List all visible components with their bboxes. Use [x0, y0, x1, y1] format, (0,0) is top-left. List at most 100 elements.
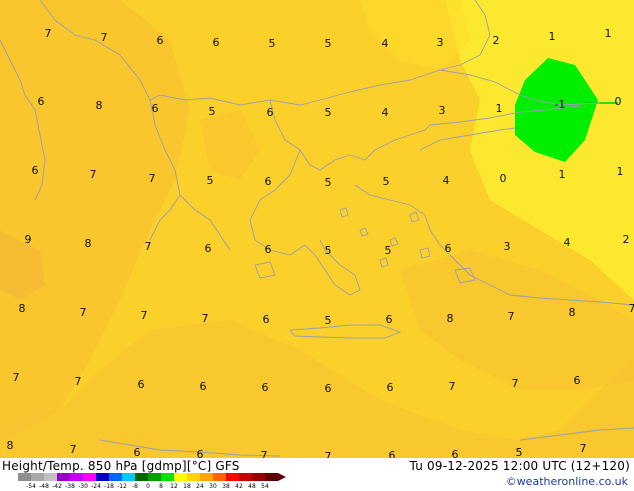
temperature-label: 6 — [200, 380, 207, 393]
temperature-label: 5 — [207, 174, 214, 187]
temperature-label: 6 — [389, 449, 396, 458]
temperature-label: 2 — [623, 233, 630, 246]
scale-label: 12 — [170, 483, 178, 490]
temperature-label: 6 — [197, 448, 204, 458]
scale-segment — [109, 473, 122, 481]
temperature-label: 7 — [512, 377, 519, 390]
temperature-label: 1 — [496, 102, 503, 115]
temperature-label: 6 — [452, 448, 459, 458]
temperature-label: 6 — [38, 95, 45, 108]
temperature-label: -1 — [555, 98, 566, 111]
scale-segment — [135, 473, 148, 481]
scale-label: -48 — [39, 483, 49, 490]
temperature-label: 4 — [443, 174, 450, 187]
temperature-label: 6 — [262, 381, 269, 394]
temperature-label: 5 — [269, 37, 276, 50]
scale-segment — [122, 473, 135, 481]
temperature-label: 3 — [437, 36, 444, 49]
temperature-label: 7 — [101, 31, 108, 44]
scale-segment — [226, 473, 239, 481]
temperature-label: 7 — [449, 380, 456, 393]
scale-label: -54 — [26, 483, 36, 490]
temperature-label: 8 — [569, 306, 576, 319]
temperature-label: 8 — [96, 99, 103, 112]
scale-segment — [161, 473, 174, 481]
temperature-label: 7 — [13, 371, 20, 384]
credit-link[interactable]: ©weatheronline.co.uk — [506, 475, 628, 488]
temperature-label: 5 — [385, 244, 392, 257]
temperature-label: 6 — [265, 243, 272, 256]
scale-label: 24 — [196, 483, 204, 490]
scale-segment — [200, 473, 213, 481]
temperature-label: 6 — [213, 36, 220, 49]
temperature-label: 6 — [205, 242, 212, 255]
scale-label: -42 — [52, 483, 62, 490]
temperature-label: 6 — [387, 381, 394, 394]
temperature-label: 7 — [141, 309, 148, 322]
temperature-label: 7 — [202, 312, 209, 325]
temperature-label: 6 — [32, 164, 39, 177]
temperature-label: 6 — [574, 374, 581, 387]
scale-segment — [187, 473, 200, 481]
scale-label: -30 — [78, 483, 88, 490]
temperature-label: 5 — [325, 176, 332, 189]
temperature-label: 5 — [325, 106, 332, 119]
scale-segment — [96, 473, 109, 481]
temperature-label: 6 — [134, 446, 141, 458]
temperature-label: 7 — [261, 449, 268, 458]
scale-segment — [44, 473, 57, 481]
temperature-label: 7 — [75, 375, 82, 388]
color-scale-bar — [18, 472, 298, 482]
temperature-label: 6 — [138, 378, 145, 391]
temperature-label: 4 — [382, 37, 389, 50]
map-title: Height/Temp. 850 hPa [gdmp][°C] GFS — [2, 459, 240, 473]
temperature-label: 5 — [325, 244, 332, 257]
temperature-label: 6 — [265, 175, 272, 188]
temperature-label: 7 — [80, 306, 87, 319]
weather-map: 7 7 6 6 5 5 4 3 2 1 1 6 8 6 5 6 5 4 3 1 -1 0 6 7 7 5 6 5 5 4 0 1 1 9 8 7 6 6 5… — [0, 0, 634, 458]
temperature-label: 5 — [325, 37, 332, 50]
temperature-label: 6 — [325, 382, 332, 395]
temperature-label: 0 — [615, 95, 622, 108]
scale-label: 8 — [159, 483, 163, 490]
temperature-label: 1 — [617, 165, 624, 178]
scale-segment — [265, 473, 278, 481]
temperature-label: 1 — [549, 30, 556, 43]
temperature-label: 5 — [209, 105, 216, 118]
temperature-label: 5 — [325, 314, 332, 327]
temperature-label: 6 — [263, 313, 270, 326]
temperature-label: 1 — [605, 27, 612, 40]
valid-time: Tu 09-12-2025 12:00 UTC (12+120) — [410, 459, 630, 473]
scale-label: 0 — [146, 483, 150, 490]
temperature-label: 1 — [559, 168, 566, 181]
temperature-label: 7 — [45, 27, 52, 40]
scale-segment — [18, 473, 31, 481]
scale-label: -24 — [91, 483, 101, 490]
temperature-label: 8 — [447, 312, 454, 325]
temperature-label: 6 — [152, 102, 159, 115]
scale-arrow-right — [278, 473, 286, 481]
temperature-label: 7 — [145, 240, 152, 253]
scale-segment — [148, 473, 161, 481]
temperature-label: 7 — [90, 168, 97, 181]
temperature-label: 3 — [439, 104, 446, 117]
temperature-label: 9 — [25, 233, 32, 246]
temperature-label: 6 — [386, 313, 393, 326]
scale-label: 42 — [235, 483, 243, 490]
temperature-label: 7 — [70, 443, 77, 456]
temperature-label: 8 — [85, 237, 92, 250]
scale-label: -18 — [104, 483, 114, 490]
temperature-label: 7 — [149, 172, 156, 185]
scale-segment — [252, 473, 265, 481]
scale-label: -12 — [117, 483, 127, 490]
temperature-label: 4 — [564, 236, 571, 249]
temperature-label: 6 — [267, 106, 274, 119]
temperature-label: 0 — [500, 172, 507, 185]
scale-segment — [31, 473, 44, 481]
scale-label: 18 — [183, 483, 191, 490]
temperature-label: 7 — [325, 450, 332, 458]
temperature-label: 8 — [19, 302, 26, 315]
scale-segment — [83, 473, 96, 481]
temperature-label: 7 — [508, 310, 515, 323]
scale-label: 48 — [248, 483, 256, 490]
